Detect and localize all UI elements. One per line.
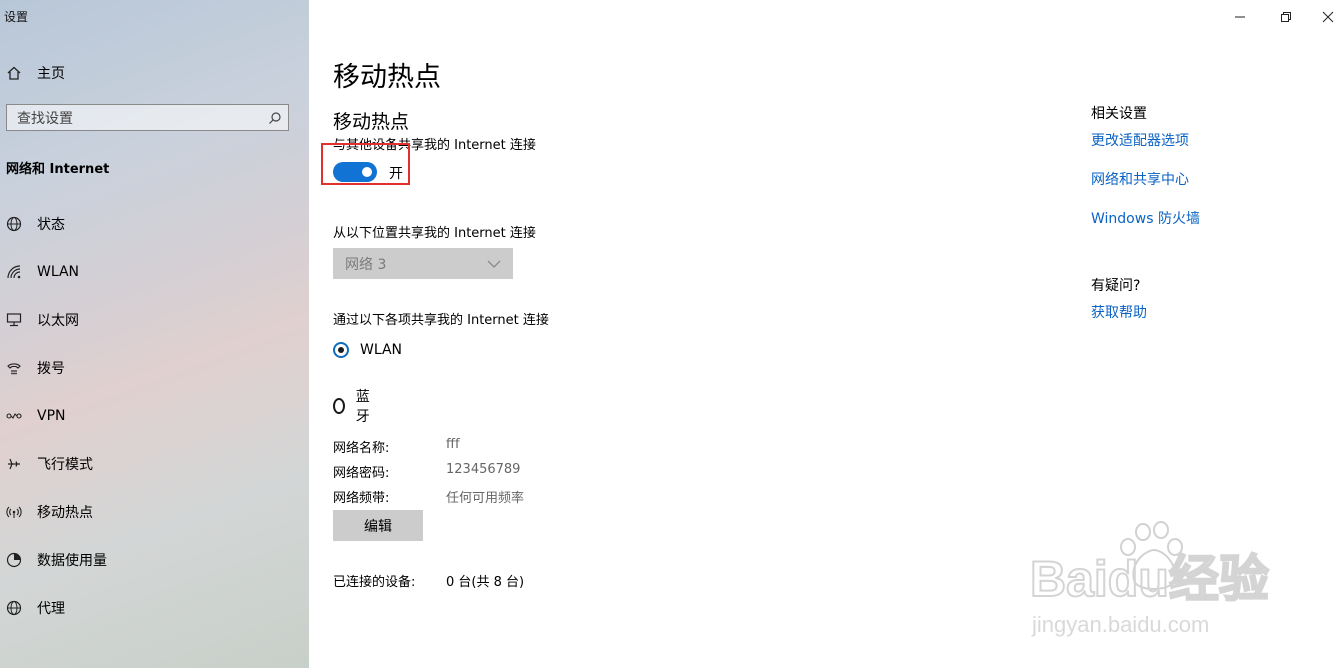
baidu-watermark-logo: Baidu经验 jingyan.baidu.com — [1030, 521, 1270, 637]
vpn-icon — [0, 408, 28, 424]
share-from-label: 从以下位置共享我的 Internet 连接 — [333, 226, 536, 241]
proxy-globe-icon — [0, 600, 28, 616]
search-input[interactable]: 查找设置 — [6, 104, 289, 131]
status-globe-icon — [0, 216, 28, 232]
close-icon — [1322, 11, 1334, 23]
network-band-label: 网络频带: — [333, 491, 390, 506]
sidebar-item-label: VPN — [37, 408, 66, 424]
home-icon — [0, 65, 28, 81]
sidebar-item-label: 代理 — [37, 601, 65, 617]
airplane-icon — [0, 456, 28, 472]
sidebar: 设置 主页 查找设置 网络和 Internet 状态 WLAN 以太网 拨号 V… — [0, 0, 309, 668]
link-windows-firewall[interactable]: Windows 防火墙 — [1091, 208, 1200, 228]
sidebar-item-vpn[interactable]: VPN — [0, 392, 309, 440]
restore-button[interactable] — [1276, 8, 1296, 26]
network-name-value: fff — [446, 437, 460, 452]
close-button[interactable] — [1318, 8, 1338, 26]
watermark-brand: Baidu经验 — [1030, 551, 1269, 607]
toggle-state-label: 开 — [389, 166, 403, 182]
sidebar-item-label: 拨号 — [37, 361, 65, 377]
restore-icon — [1281, 12, 1291, 22]
connected-devices-label: 已连接的设备: — [333, 575, 416, 590]
question-title: 有疑问? — [1091, 278, 1141, 294]
network-password-value: 123456789 — [446, 462, 521, 477]
sidebar-item-ethernet[interactable]: 以太网 — [0, 296, 309, 344]
radio-bluetooth[interactable]: 蓝牙 — [333, 386, 374, 426]
chevron-down-icon — [487, 260, 501, 268]
link-get-help[interactable]: 获取帮助 — [1091, 302, 1147, 322]
wifi-icon — [0, 264, 28, 280]
sidebar-item-label: 移动热点 — [37, 505, 93, 521]
radio-unselected-indicator[interactable] — [333, 398, 345, 414]
minimize-icon — [1235, 16, 1245, 18]
connected-devices-value: 0 台(共 8 台) — [446, 575, 525, 590]
network-band-value: 任何可用频率 — [446, 491, 525, 506]
related-settings-title: 相关设置 — [1091, 106, 1147, 122]
hotspot-toggle[interactable] — [333, 162, 377, 182]
sidebar-nav: 状态 WLAN 以太网 拨号 VPN 飞行模式 移动热点 数据使用量 代理 — [0, 200, 309, 632]
radio-label: WLAN — [360, 342, 403, 358]
watermark-url: jingyan.baidu.com — [1031, 612, 1209, 637]
sidebar-item-airplane[interactable]: 飞行模式 — [0, 440, 309, 488]
dialup-icon — [0, 360, 28, 376]
data-usage-icon — [0, 552, 28, 568]
ethernet-icon — [0, 312, 28, 328]
link-adapter-options[interactable]: 更改适配器选项 — [1091, 130, 1189, 150]
sidebar-item-data-usage[interactable]: 数据使用量 — [0, 536, 309, 584]
sidebar-item-proxy[interactable]: 代理 — [0, 584, 309, 632]
section-title: 移动热点 — [333, 111, 410, 133]
radio-label: 蓝牙 — [355, 389, 370, 425]
sidebar-item-hotspot[interactable]: 移动热点 — [0, 488, 309, 536]
minimize-button[interactable] — [1230, 8, 1250, 26]
network-password-label: 网络密码: — [333, 466, 390, 481]
sidebar-item-label: WLAN — [37, 264, 80, 280]
sidebar-item-status[interactable]: 状态 — [0, 200, 309, 248]
sidebar-item-label: 以太网 — [37, 313, 79, 329]
link-network-sharing-center[interactable]: 网络和共享中心 — [1091, 169, 1189, 189]
network-name-label: 网络名称: — [333, 441, 390, 456]
radio-selected-indicator[interactable] — [333, 342, 349, 358]
app-title: 设置 — [4, 10, 29, 24]
hotspot-icon — [0, 504, 28, 520]
sidebar-item-dialup[interactable]: 拨号 — [0, 344, 309, 392]
sidebar-item-label: 飞行模式 — [37, 457, 93, 473]
sidebar-section-title: 网络和 Internet — [6, 162, 110, 177]
sidebar-item-wlan[interactable]: WLAN — [0, 248, 309, 296]
sidebar-item-label: 数据使用量 — [37, 553, 107, 569]
sidebar-item-label: 状态 — [37, 217, 65, 233]
search-placeholder: 查找设置 — [17, 110, 73, 127]
share-over-label: 通过以下各项共享我的 Internet 连接 — [333, 313, 549, 328]
toggle-knob — [362, 167, 372, 177]
home-label: 主页 — [37, 66, 65, 82]
share-from-value: 网络 3 — [345, 256, 387, 273]
radio-wlan[interactable]: WLAN — [333, 342, 402, 358]
share-from-select[interactable]: 网络 3 — [333, 248, 513, 279]
page-title: 移动热点 — [333, 62, 441, 93]
search-icon[interactable] — [268, 111, 282, 125]
edit-button[interactable]: 编辑 — [333, 510, 423, 541]
home-nav-item[interactable]: 主页 — [0, 60, 65, 86]
